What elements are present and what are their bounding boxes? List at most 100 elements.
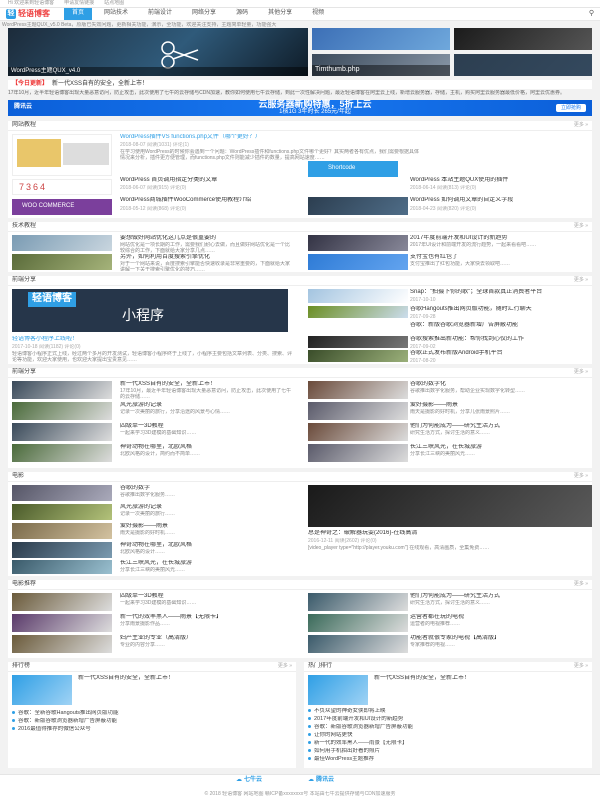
section-title: 前端分享 (12, 368, 37, 375)
featured-thumb[interactable] (12, 134, 112, 176)
post-thumb[interactable] (308, 444, 408, 462)
post-thumb[interactable] (12, 254, 112, 270)
post-title[interactable]: 谷歌：新版谷歌浏览器新增广告屏蔽功能 (410, 322, 590, 330)
footer-logo-qiniu[interactable]: ☁ 七牛云 (236, 777, 262, 785)
post-thumb[interactable] (12, 485, 112, 501)
post-thumb[interactable] (308, 402, 408, 420)
side-post-title[interactable]: WordPress 本站主题QUX使用的插件 (410, 177, 580, 185)
list-item[interactable]: 新一代的效率黑人——雨景【无限卡】 (308, 740, 586, 747)
post-thumb[interactable] (12, 593, 112, 611)
hero-slide[interactable] (454, 54, 592, 76)
shortcode-banner[interactable]: Shortcode (308, 161, 398, 177)
top-bar-link[interactable]: 申请友情链接 (64, 0, 94, 6)
featured-title[interactable]: 新一代XSS自有的安全，全新上市！ (78, 675, 288, 683)
post-thumb[interactable] (308, 423, 408, 441)
ad-cta-button[interactable]: 立即抢购 (555, 103, 586, 113)
post-thumb[interactable] (308, 336, 408, 348)
footer-logo-text: 腾讯云 (316, 777, 335, 783)
section-title: 技术教程 (12, 222, 37, 229)
more-link[interactable]: 更多 » (278, 663, 292, 669)
logo-text: 轻语博客 (18, 9, 50, 18)
more-link[interactable]: 更多 » (574, 473, 588, 479)
post-thumb[interactable] (308, 675, 368, 705)
more-link[interactable]: 更多 » (574, 122, 588, 128)
more-link[interactable]: 更多 » (574, 223, 588, 229)
post-thumb[interactable] (12, 560, 112, 574)
hero-slide-main[interactable]: WordPress主题QUX_v4.0 (8, 28, 308, 76)
post-thumb[interactable] (308, 614, 408, 632)
today-update[interactable]: 【今日更新】 新一代XSS自有的安全，全新上市！ (8, 80, 592, 89)
post-thumb[interactable] (12, 675, 72, 705)
post-thumb[interactable] (308, 350, 408, 362)
nav-item-source[interactable]: 源码 (228, 8, 256, 20)
post-title[interactable]: Snap："拍摄下你的歌"；全球首款真正消费者平台 (410, 289, 590, 297)
list-item[interactable]: 谷歌：全新谷歌Hangouts推出网页版功能 (12, 710, 290, 717)
post-thumb[interactable] (12, 542, 112, 558)
more-link[interactable]: 更多 » (574, 369, 588, 375)
post-thumb[interactable] (12, 523, 112, 539)
post-excerpt: 运营者的电视推荐…… (410, 621, 461, 627)
post-thumb[interactable]: 7364 (12, 179, 112, 195)
post-thumb[interactable] (308, 381, 408, 399)
more-link[interactable]: 更多 » (574, 277, 588, 283)
list-item[interactable]: 2017年度前端开发和UI设计的新趋势 (308, 716, 586, 723)
list-item[interactable]: 如何用手机拍出好看的照片 (308, 748, 586, 755)
list-item[interactable]: 2016最值得推荐的微信公众号 (12, 726, 290, 733)
post-thumb[interactable] (12, 402, 112, 420)
ranking-right: 热门排行 更多 » 新一代XSS自有的安全，全新上市！ 不负众望的神奇女侠即将上映… (304, 662, 592, 768)
feature-title[interactable]: 总是神奇之：破解器玩耍(2016)-在线高清 (308, 530, 588, 538)
post-title[interactable]: 谷歌搜索推出新功能：帮你找到心仪的工作 (410, 336, 590, 344)
footer-logo-tencent[interactable]: ☁ 腾讯云 (308, 777, 334, 785)
site-logo[interactable]: 轻 轻语博客 (6, 9, 50, 19)
post-title[interactable]: WordPress商城插件WooCommerce使用教程介绍 (120, 197, 290, 205)
post-thumb[interactable] (12, 423, 112, 441)
post-title[interactable]: WordPress 首页调用指定分类的文章 (120, 177, 290, 185)
nav-item-home[interactable]: 首页 (64, 8, 93, 20)
more-link[interactable]: 更多 » (574, 663, 588, 669)
post-title[interactable]: 谷歌正式发布新版Android手机平台 (410, 350, 590, 358)
post-thumb[interactable] (12, 381, 112, 399)
list-item[interactable]: 谷歌：新版谷歌浏览器新增广告屏蔽功能 (308, 724, 586, 731)
post-thumb[interactable] (308, 254, 408, 270)
nav-item-share[interactable]: 网络分享 (184, 8, 224, 20)
post-thumb[interactable] (308, 235, 408, 251)
post-thumb[interactable] (308, 197, 408, 215)
post-excerpt: 北欧风格的设计，简约而不简单…… (120, 451, 201, 457)
list-item[interactable]: 不负众望的神奇女侠即将上映 (308, 708, 586, 715)
nav-item-other[interactable]: 其他分享 (260, 8, 300, 20)
post-excerpt: 分享雨景摄影作品…… (120, 621, 171, 627)
post-title[interactable]: WordPress 如何调用文章的自定义字段 (410, 197, 580, 205)
featured-title[interactable]: WordPress插件VS functions.php文件（哪个更好？） (120, 134, 420, 142)
more-link[interactable]: 更多 » (574, 581, 588, 587)
footer: ☁ 七牛云 ☁ 腾讯云 © 2018 轻语博客 网站地图 赣ICP备xxxxxx… (0, 774, 600, 800)
list-item[interactable]: 谷歌：新版谷歌浏览器新增广告屏蔽功能 (12, 718, 290, 725)
hero-slide[interactable]: Timthumb.php (312, 54, 450, 76)
list-item[interactable]: 让你的网站更快 (308, 732, 586, 739)
search-icon[interactable]: ⚲ (589, 10, 594, 19)
nav-item-frontend[interactable]: 前端设计 (140, 8, 180, 20)
featured-title[interactable]: 轻语博客小程序上线啦！ (12, 336, 292, 344)
featured-title[interactable]: 新一代XSS自有的安全，全新上市！ (374, 675, 584, 683)
today-update-headline[interactable]: 新一代XSS自有的安全，全新上市！ (52, 81, 148, 89)
post-thumb[interactable] (12, 635, 112, 653)
post-thumb[interactable] (12, 614, 112, 632)
miniprogram-banner[interactable]: 轻语博客 小程序 (12, 289, 288, 332)
ad-banner[interactable]: 腾讯云 云服务器新购特惠，5折上云 1核1G 3年时长 265元/年起 立即抢购 (8, 99, 592, 116)
post-thumb[interactable] (12, 504, 112, 520)
top-bar: Hi 欢迎来到轻语博客 申请友情链接 站点地图 (0, 0, 600, 8)
post-thumb[interactable] (308, 289, 408, 303)
nav-item-video[interactable]: 视频 (304, 8, 332, 20)
post-title[interactable]: 谷歌Hangouts推出网页版功能，随时汇行聊天 (410, 306, 590, 314)
hero-slide[interactable] (454, 28, 592, 50)
hero-slide[interactable] (312, 28, 450, 50)
post-thumb[interactable]: WOO COMMERCE (12, 199, 112, 215)
post-thumb[interactable] (308, 635, 408, 653)
post-thumb[interactable] (12, 444, 112, 462)
post-thumb[interactable] (308, 306, 408, 318)
post-thumb[interactable] (12, 235, 112, 251)
post-thumb[interactable] (308, 593, 408, 611)
nav-item-tech[interactable]: 网站技术 (96, 8, 136, 20)
top-bar-link[interactable]: 站点地图 (104, 0, 124, 6)
feature-thumb[interactable] (308, 485, 592, 527)
list-item[interactable]: 最佳WordPress主题推荐 (308, 756, 586, 763)
